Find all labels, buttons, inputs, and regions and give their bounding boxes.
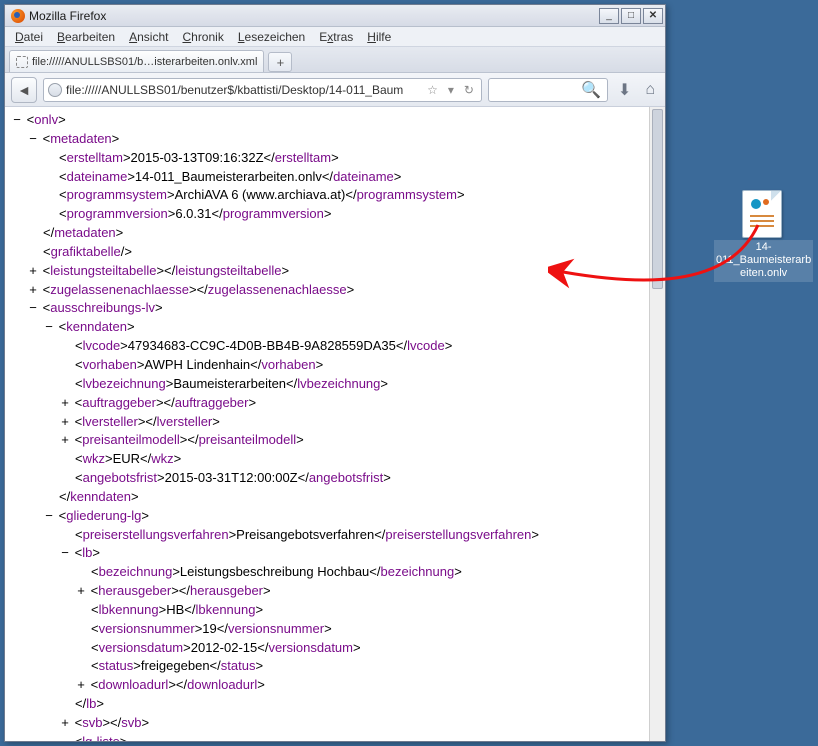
xml-content[interactable]: − <onlv> − <metadaten> <erstelltam>2015-…	[5, 107, 665, 741]
home-icon[interactable]: ⌂	[641, 81, 659, 99]
menu-lesezeichen[interactable]: Lesezeichen	[232, 29, 311, 45]
toggle[interactable]: +	[59, 394, 71, 413]
toggle[interactable]: −	[43, 507, 55, 526]
toggle[interactable]: +	[27, 262, 39, 281]
dropdown-icon[interactable]: ▾	[445, 83, 457, 97]
menu-chronik[interactable]: Chronik	[176, 29, 229, 45]
toggle[interactable]: −	[59, 733, 71, 741]
toggle[interactable]: −	[11, 111, 23, 130]
toggle[interactable]: −	[59, 544, 71, 563]
menu-datei[interactable]: Datei	[9, 29, 49, 45]
firefox-window: Mozilla Firefox _ □ ✕ Datei Bearbeiten A…	[4, 4, 666, 742]
toggle[interactable]: +	[59, 714, 71, 733]
tab-label: file://///ANULLSBS01/b…isterarbeiten.onl…	[32, 56, 257, 68]
window-title: Mozilla Firefox	[29, 9, 597, 23]
reload-icon[interactable]: ↻	[461, 83, 477, 97]
toolbar: ◄ file://///ANULLSBS01/benutzer$/kbattis…	[5, 73, 665, 107]
menu-bearbeiten[interactable]: Bearbeiten	[51, 29, 121, 45]
toggle[interactable]: −	[27, 299, 39, 318]
file-icon	[742, 190, 782, 238]
url-bar[interactable]: file://///ANULLSBS01/benutzer$/kbattisti…	[43, 78, 482, 102]
toggle[interactable]: +	[59, 413, 71, 432]
search-box[interactable]: 🔍	[488, 78, 608, 102]
globe-icon	[48, 83, 62, 97]
url-text: file://///ANULLSBS01/benutzer$/kbattisti…	[66, 83, 420, 97]
toggle[interactable]: +	[75, 582, 87, 601]
star-icon[interactable]: ☆	[424, 83, 441, 97]
tab-active[interactable]: file://///ANULLSBS01/b…isterarbeiten.onl…	[9, 50, 264, 72]
new-tab-button[interactable]: +	[268, 52, 292, 72]
menu-hilfe[interactable]: Hilfe	[361, 29, 397, 45]
file-icon	[16, 56, 28, 68]
back-button[interactable]: ◄	[11, 77, 37, 103]
menu-extras[interactable]: Extras	[313, 29, 359, 45]
toggle[interactable]: −	[43, 318, 55, 337]
toggle[interactable]: +	[75, 676, 87, 695]
menubar: Datei Bearbeiten Ansicht Chronik Lesezei…	[5, 27, 665, 47]
scrollbar-thumb[interactable]	[652, 109, 663, 289]
tabbar: file://///ANULLSBS01/b…isterarbeiten.onl…	[5, 47, 665, 73]
desktop-file[interactable]: 14-011_Baumeisterarbeiten.onlv	[714, 190, 810, 282]
close-button[interactable]: ✕	[643, 8, 663, 24]
menu-ansicht[interactable]: Ansicht	[123, 29, 174, 45]
firefox-icon	[11, 9, 25, 23]
vertical-scrollbar[interactable]	[649, 107, 665, 741]
search-icon: 🔍	[581, 80, 601, 100]
toggle[interactable]: +	[27, 281, 39, 300]
download-icon[interactable]: ⬇	[614, 80, 635, 100]
desktop-file-label: 14-011_Baumeisterarbeiten.onlv	[714, 240, 813, 282]
toggle[interactable]: +	[59, 431, 71, 450]
minimize-button[interactable]: _	[599, 8, 619, 24]
toggle[interactable]: −	[27, 130, 39, 149]
maximize-button[interactable]: □	[621, 8, 641, 24]
titlebar: Mozilla Firefox _ □ ✕	[5, 5, 665, 27]
